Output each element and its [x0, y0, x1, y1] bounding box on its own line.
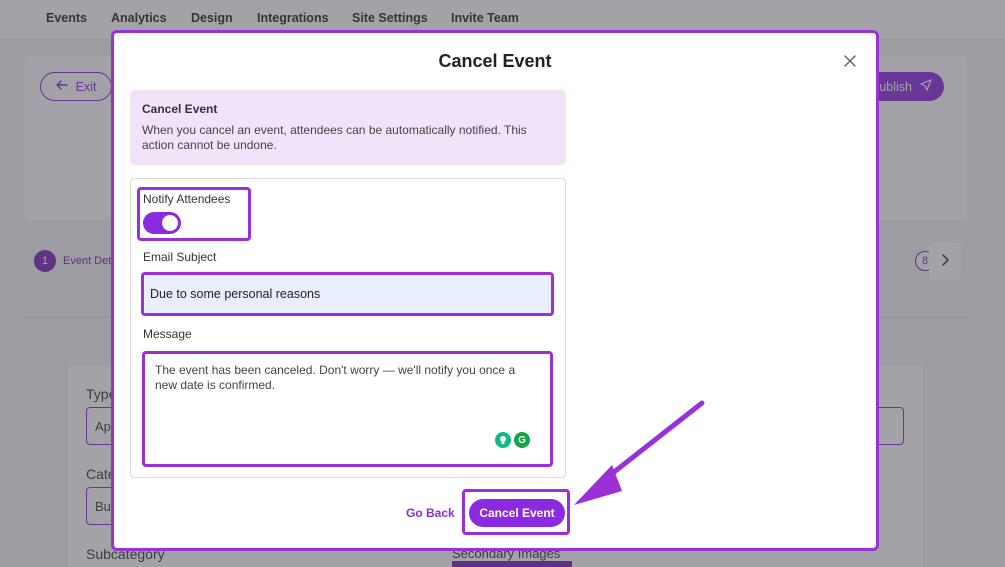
info-box: Cancel Event When you cancel an event, a… [130, 90, 566, 165]
highlight-box [462, 489, 570, 535]
annotation-arrow [574, 400, 705, 505]
message-label: Message [143, 327, 192, 341]
info-text: When you cancel an event, attendees can … [142, 123, 527, 152]
info-title: Cancel Event [142, 102, 218, 116]
highlight-box [137, 187, 251, 241]
modal-title: Cancel Event [438, 51, 552, 71]
email-subject-label: Email Subject [143, 250, 217, 264]
go-back-button[interactable]: Go Back [406, 506, 455, 520]
close-icon[interactable] [842, 53, 858, 69]
cancel-form: Notify Attendees Email Subject Message T… [130, 178, 566, 478]
cancel-event-modal: Cancel Event Cancel Event When you cance… [111, 30, 879, 551]
highlight-box [141, 272, 554, 316]
highlight-box [142, 351, 553, 467]
